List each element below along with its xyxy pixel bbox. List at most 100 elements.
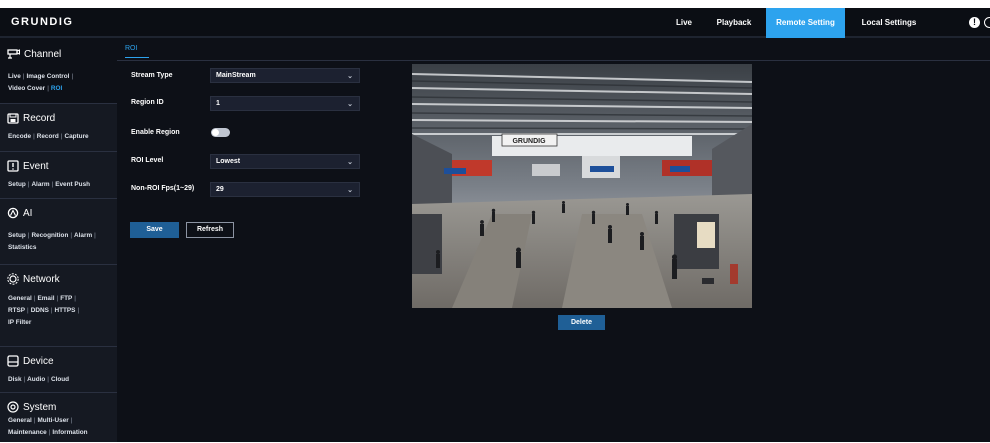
enable-region-label: Enable Region xyxy=(131,129,180,136)
sidebar-section-record: Record Encode | Record | Capture xyxy=(0,104,117,152)
ai-icon xyxy=(7,207,19,219)
sidebar-header-network[interactable]: Network xyxy=(7,272,60,286)
sidebar-link-system-general[interactable]: General xyxy=(8,417,32,424)
sidebar-title-record: Record xyxy=(23,112,56,124)
non-roi-fps-select[interactable]: 29 ⌄ xyxy=(210,182,360,197)
sidebar-link-roi[interactable]: ROI xyxy=(51,85,62,92)
sidebar-link-record[interactable]: Record xyxy=(37,133,59,140)
sidebar-section-system: System General | Multi-User | Maintenance | I… xyxy=(0,393,117,442)
nav-remote-setting[interactable]: Remote Setting xyxy=(766,8,845,38)
power-icon[interactable] xyxy=(984,17,990,28)
sidebar-header-record[interactable]: Record xyxy=(7,111,55,125)
sidebar-link-information[interactable]: Information xyxy=(52,429,87,436)
sidebar-link-ai-alarm[interactable]: Alarm xyxy=(74,232,92,239)
roi-level-label: ROI Level xyxy=(131,157,164,164)
sidebar-section-device: Device Disk | Audio | Cloud xyxy=(0,347,117,393)
sidebar-link-email[interactable]: Email xyxy=(37,295,54,302)
chevron-down-icon: ⌄ xyxy=(347,101,353,108)
sidebar-link-capture[interactable]: Capture xyxy=(64,133,88,140)
sidebar-link-https[interactable]: HTTPS xyxy=(55,307,76,314)
sidebar-link-ai-setup[interactable]: Setup xyxy=(8,232,26,239)
brand-logo: GRUNDIG xyxy=(11,16,74,28)
device-icon xyxy=(7,355,19,367)
region-id-label: Region ID xyxy=(131,99,164,106)
region-id-value: 1 xyxy=(216,100,220,107)
event-icon xyxy=(7,160,19,172)
camera-preview[interactable]: GRUNDIG xyxy=(412,64,752,308)
sidebar-links-device: Disk | Audio | Cloud xyxy=(8,376,70,383)
sidebar-links-channel: Live | Image Control | Video Cover | ROI xyxy=(8,73,74,92)
chevron-down-icon: ⌄ xyxy=(347,159,353,166)
sidebar-title-ai: AI xyxy=(23,207,33,219)
station-sign: GRUNDIG xyxy=(512,138,546,145)
sidebar-title-channel: Channel xyxy=(24,48,62,60)
chevron-down-icon: ⌄ xyxy=(347,73,353,80)
sidebar-links-network: General | Email | FTP | RTSP | DDNS | HTTPS | IP F… xyxy=(8,295,80,326)
sidebar-link-encode[interactable]: Encode xyxy=(8,133,31,140)
sidebar-link-ip-filter[interactable]: IP Filter xyxy=(8,319,31,326)
nav-playback[interactable]: Playback xyxy=(711,8,757,38)
refresh-button[interactable]: Refresh xyxy=(186,222,234,238)
region-id-select[interactable]: 1 ⌄ xyxy=(210,96,360,111)
sidebar-section-network: Network General | Email | FTP | RTSP | DDNS | HTT… xyxy=(0,265,117,347)
record-icon xyxy=(7,112,19,124)
sidebar-link-disk[interactable]: Disk xyxy=(8,376,22,383)
sidebar-title-event: Event xyxy=(23,160,49,172)
nav-live[interactable]: Live xyxy=(668,8,700,38)
sidebar-link-setup[interactable]: Setup xyxy=(8,181,26,188)
sidebar-links-event: Setup | Alarm | Event Push xyxy=(8,181,91,188)
stream-type-select[interactable]: MainStream ⌄ xyxy=(210,68,360,83)
sidebar-links-system: General | Multi-User | Maintenance | Informat… xyxy=(8,417,88,436)
sidebar-header-ai[interactable]: AI xyxy=(7,206,32,220)
sidebar-link-audio[interactable]: Audio xyxy=(27,376,45,383)
chevron-down-icon: ⌄ xyxy=(347,187,353,194)
network-icon xyxy=(7,273,19,285)
sidebar-link-cloud[interactable]: Cloud xyxy=(51,376,69,383)
save-button[interactable]: Save xyxy=(130,222,179,238)
info-icon[interactable]: ! xyxy=(969,17,980,28)
sidebar: Channel Live | Image Control | Video Cover |… xyxy=(0,40,117,442)
toggle-knob xyxy=(212,129,219,136)
enable-region-toggle[interactable] xyxy=(211,128,230,137)
sidebar-link-recognition[interactable]: Recognition xyxy=(31,232,68,239)
camera-image: GRUNDIG xyxy=(412,64,752,308)
sidebar-title-device: Device xyxy=(23,355,54,367)
sidebar-link-image-control[interactable]: Image Control xyxy=(26,73,69,80)
sidebar-link-statistics[interactable]: Statistics xyxy=(8,244,36,251)
delete-button[interactable]: Delete xyxy=(558,315,605,330)
sidebar-links-record: Encode | Record | Capture xyxy=(8,133,89,140)
sidebar-link-video-cover[interactable]: Video Cover xyxy=(8,85,45,92)
sidebar-header-event[interactable]: Event xyxy=(7,159,49,173)
nav-local-settings[interactable]: Local Settings xyxy=(856,8,922,38)
top-bar: GRUNDIG Live Playback Remote Setting Loc… xyxy=(0,8,990,38)
roi-level-value: Lowest xyxy=(216,158,241,165)
camera-icon xyxy=(7,49,20,59)
sidebar-section-channel: Channel Live | Image Control | Video Cover |… xyxy=(0,40,117,104)
sidebar-link-rtsp[interactable]: RTSP xyxy=(8,307,25,314)
tab-roi[interactable]: ROI xyxy=(125,45,149,58)
sidebar-header-device[interactable]: Device xyxy=(7,354,54,368)
sidebar-link-alarm[interactable]: Alarm xyxy=(31,181,49,188)
roi-level-select[interactable]: Lowest ⌄ xyxy=(210,154,360,169)
sidebar-link-multi-user[interactable]: Multi-User xyxy=(37,417,68,424)
sidebar-link-general[interactable]: General xyxy=(8,295,32,302)
sidebar-link-ftp[interactable]: FTP xyxy=(60,295,72,302)
system-icon xyxy=(7,401,19,413)
sidebar-link-maintenance[interactable]: Maintenance xyxy=(8,429,47,436)
sidebar-title-network: Network xyxy=(23,273,60,285)
sidebar-section-event: Event Setup | Alarm | Event Push xyxy=(0,152,117,199)
non-roi-fps-value: 29 xyxy=(216,186,224,193)
sidebar-link-event-push[interactable]: Event Push xyxy=(55,181,90,188)
non-roi-fps-label: Non-ROI Fps(1~29) xyxy=(131,185,195,192)
sidebar-header-channel[interactable]: Channel xyxy=(7,47,61,61)
app-window: GRUNDIG Live Playback Remote Setting Loc… xyxy=(0,8,990,442)
tab-strip: ROI xyxy=(117,40,990,61)
sidebar-header-system[interactable]: System xyxy=(7,400,56,414)
stream-type-value: MainStream xyxy=(216,72,256,79)
sidebar-title-system: System xyxy=(23,401,57,413)
sidebar-link-ddns[interactable]: DDNS xyxy=(31,307,49,314)
stream-type-label: Stream Type xyxy=(131,72,173,79)
sidebar-link-live[interactable]: Live xyxy=(8,73,21,80)
sidebar-links-ai: Setup | Recognition | Alarm | Statistics xyxy=(8,232,96,251)
sidebar-section-ai: AI Setup | Recognition | Alarm | Statistics xyxy=(0,199,117,265)
